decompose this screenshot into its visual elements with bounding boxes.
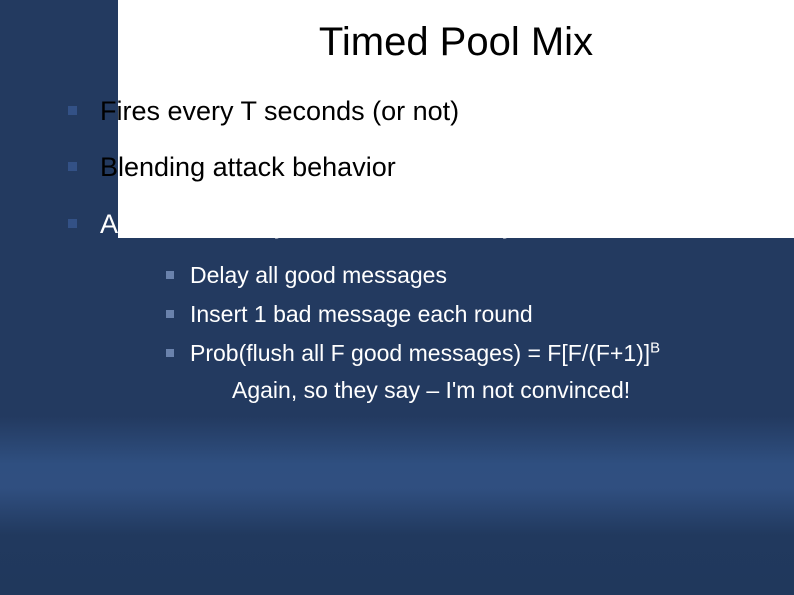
prob-prefix: Prob(flush all F good messages) = F[F/(F… [190, 340, 650, 366]
slide-content: Timed Pool Mix Fires every T seconds (or… [0, 0, 794, 595]
bullet-list-level2: Delay all good messages Insert 1 bad mes… [100, 260, 794, 406]
sub-bullet-item: Prob(flush all F good messages) = F[F/(F… [160, 338, 794, 406]
bullet-item: Blending attack behavior [60, 149, 794, 185]
bullet-text: Fires every T seconds (or not) [100, 96, 459, 126]
prob-exponent: B [650, 340, 660, 357]
sub-bullet-text: Insert 1 bad message each round [190, 301, 533, 327]
sub-bullet-item: Delay all good messages [160, 260, 794, 291]
closing-line: Again, so they say – I'm not convinced! [190, 375, 794, 406]
prob-expression: Prob(flush all F good messages) = F[F/(F… [190, 340, 660, 366]
bullet-item: Attacker can try to flush over many roun… [60, 206, 794, 407]
sub-bullet-item: Insert 1 bad message each round [160, 299, 794, 330]
slide-title: Timed Pool Mix [0, 20, 794, 65]
bullet-text: Attacker can try to flush over many roun… [100, 209, 606, 239]
slide: Timed Pool Mix Fires every T seconds (or… [0, 0, 794, 595]
sub-bullet-text: Delay all good messages [190, 262, 447, 288]
bullet-list-level1: Fires every T seconds (or not) Blending … [0, 93, 794, 407]
bullet-text: Blending attack behavior [100, 152, 396, 182]
bullet-item: Fires every T seconds (or not) [60, 93, 794, 129]
